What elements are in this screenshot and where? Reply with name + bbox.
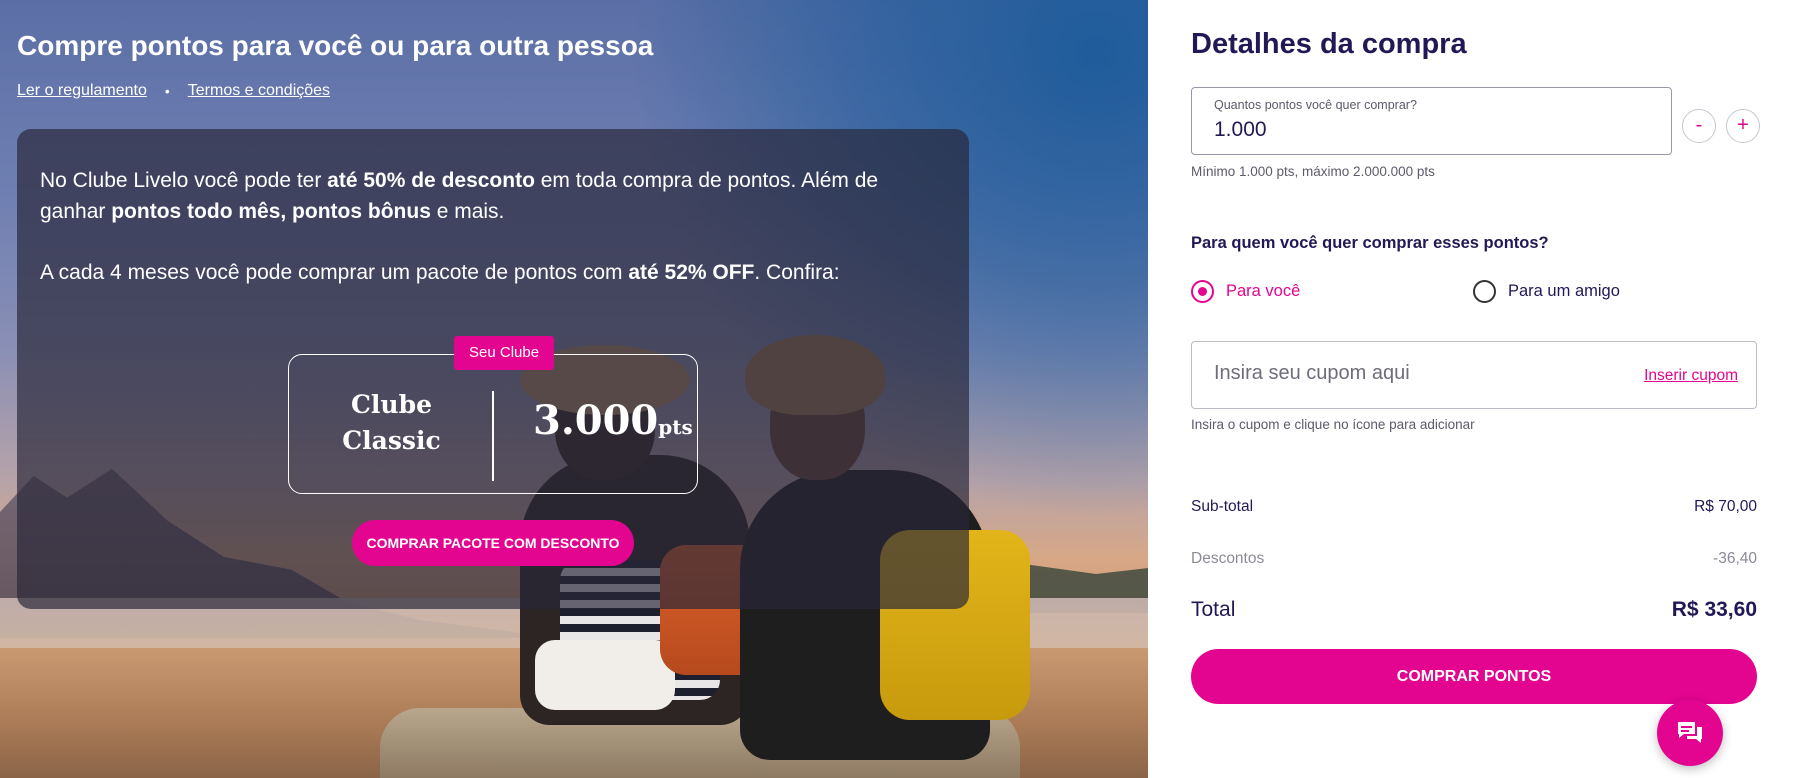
total-label: Total (1191, 598, 1236, 621)
quantity-input[interactable] (1214, 118, 1654, 142)
package-info-paragraph: A cada 4 meses você pode comprar um paco… (40, 257, 940, 288)
club-name-line1: Clube (351, 390, 432, 419)
recipient-option-friend[interactable]: Para um amigo (1473, 280, 1620, 303)
info-highlight: até 50% de desconto (327, 169, 535, 192)
coupon-field: Inserir cupom (1191, 341, 1757, 409)
quantity-decrement-button[interactable]: - (1682, 109, 1716, 143)
info-text: No Clube Livelo você pode ter (40, 169, 328, 192)
subtotal-value: R$ 70,00 (1694, 498, 1757, 515)
club-info-card: No Clube Livelo você pode ter até 50% de… (17, 129, 969, 609)
recipient-option-you-label: Para você (1226, 282, 1301, 300)
radio-selected-icon[interactable] (1191, 280, 1214, 303)
quantity-increment-button[interactable]: + (1726, 109, 1760, 143)
regulation-link[interactable]: Ler o regulamento (17, 82, 147, 100)
recipient-question: Para quem você quer comprar esses pontos… (1191, 234, 1549, 252)
recipient-option-friend-label: Para um amigo (1508, 282, 1620, 300)
apply-coupon-link[interactable]: Inserir cupom (1644, 367, 1738, 385)
hero-person-left-shorts (535, 640, 675, 710)
club-package-card: Seu Clube Clube Classic 3.000pts (288, 336, 698, 494)
info-highlight: até 52% OFF (628, 261, 755, 284)
quantity-label: Quantos pontos você quer comprar? (1214, 98, 1417, 112)
buy-points-button[interactable]: COMPRAR PONTOS (1191, 649, 1757, 704)
discount-label: Descontos (1191, 550, 1265, 567)
club-name-line2: Classic (342, 426, 441, 455)
info-text: e mais. (430, 200, 505, 223)
coupon-hint: Insira o cupom e clique no ícone para ad… (1191, 417, 1475, 432)
hero-links: Ler o regulamento • Termos e condições (17, 82, 330, 100)
info-text: A cada 4 meses você pode comprar um paco… (40, 261, 629, 284)
chat-button[interactable] (1657, 700, 1723, 766)
quantity-hint: Mínimo 1.000 pts, máximo 2.000.000 pts (1191, 164, 1435, 179)
terms-link[interactable]: Termos e condições (188, 82, 330, 100)
club-name: Clube Classic (309, 387, 474, 459)
purchase-panel: Detalhes da compra Quantos pontos você q… (1148, 0, 1802, 778)
subtotal-row: Sub-total R$ 70,00 (1191, 498, 1757, 516)
club-tag-badge: Seu Clube (454, 336, 555, 370)
info-highlight: pontos todo mês, pontos bônus (111, 200, 431, 223)
discount-row: Descontos -36,40 (1191, 550, 1757, 568)
panel-title: Detalhes da compra (1191, 28, 1467, 60)
radio-unselected-icon[interactable] (1473, 280, 1496, 303)
club-points-unit: pts (658, 415, 693, 439)
quantity-field[interactable]: Quantos pontos você quer comprar? (1191, 87, 1672, 155)
chat-icon (1678, 722, 1702, 743)
club-points-value: 3.000 (533, 397, 659, 444)
total-row: Total R$ 33,60 (1191, 598, 1757, 622)
club-divider (492, 391, 494, 481)
page-title: Compre pontos para você ou para outra pe… (17, 30, 654, 61)
subtotal-label: Sub-total (1191, 498, 1254, 515)
recipient-option-you[interactable]: Para você (1191, 280, 1300, 303)
discount-value: -36,40 (1713, 550, 1757, 567)
total-value: R$ 33,60 (1671, 598, 1757, 621)
hero-banner: Compre pontos para você ou para outra pe… (0, 0, 1148, 778)
coupon-input[interactable] (1214, 362, 1614, 385)
links-separator: • (164, 83, 170, 99)
buy-package-button[interactable]: COMPRAR PACOTE COM DESCONTO (352, 520, 634, 566)
info-text: . Confira: (754, 261, 840, 284)
club-info-paragraph: No Clube Livelo você pode ter até 50% de… (40, 165, 940, 227)
club-points: 3.000pts (533, 397, 693, 444)
